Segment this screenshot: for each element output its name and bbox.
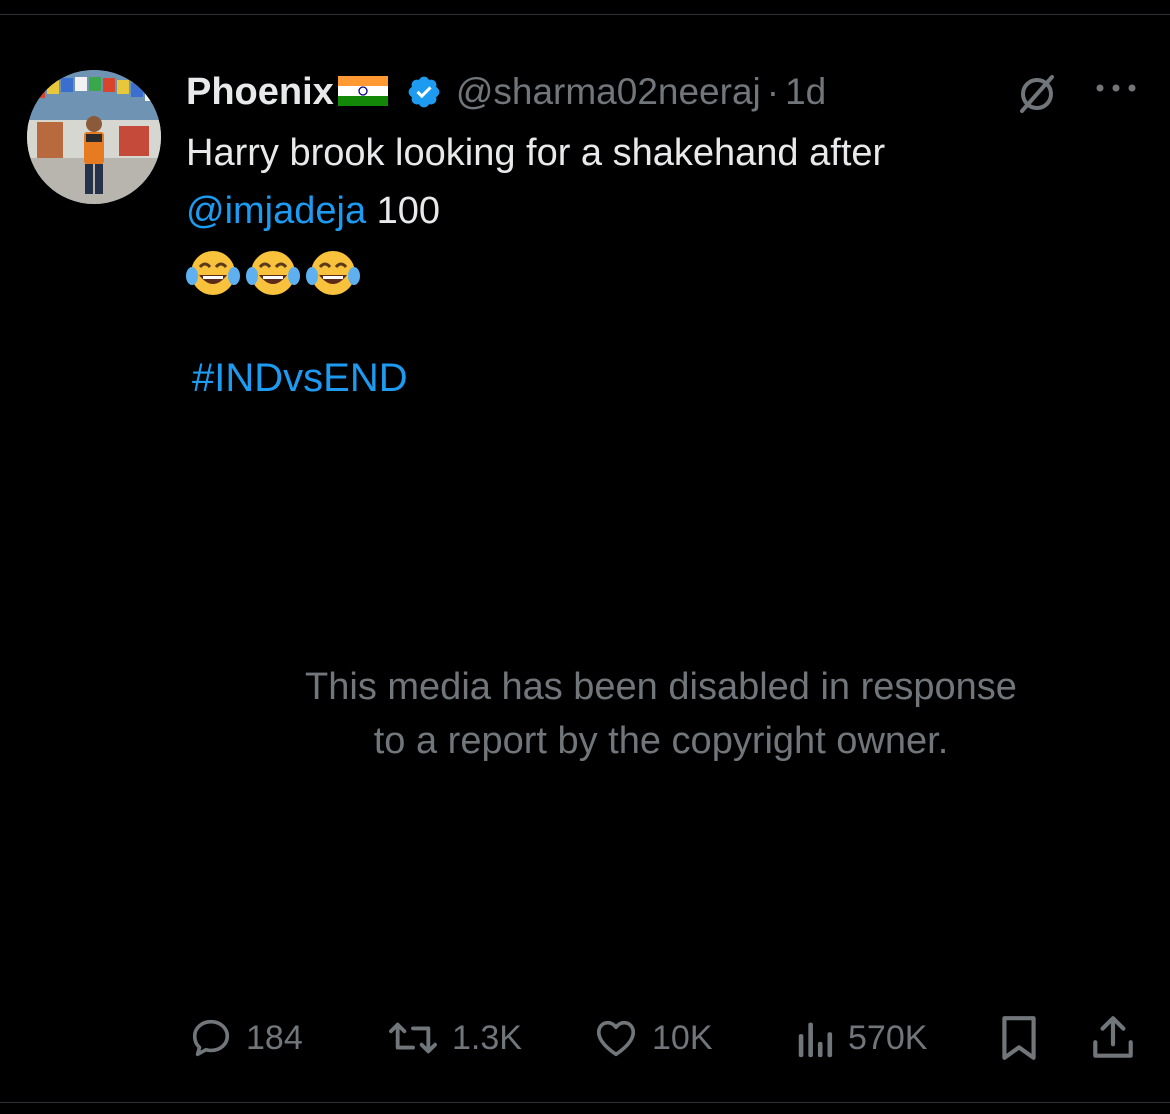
tweet-text-suffix: 100 <box>366 190 441 232</box>
verified-badge-icon[interactable] <box>406 74 442 115</box>
user-handle[interactable]: @sharma02neeraj <box>456 71 761 113</box>
grok-icon[interactable] <box>1014 71 1060 122</box>
tears-of-joy-emoji <box>186 251 240 295</box>
reply-count: 184 <box>246 1018 303 1057</box>
mention-link[interactable]: @imjadeja <box>186 190 366 232</box>
like-count: 10K <box>652 1018 713 1057</box>
media-notice-line-1: This media has been disabled in response <box>305 666 1017 708</box>
repost-count: 1.3K <box>452 1018 522 1057</box>
bookmark-icon <box>1002 1016 1036 1060</box>
avatar[interactable] <box>27 70 161 204</box>
media-notice-line-2: to a report by the copyright owner. <box>373 720 949 762</box>
reply-icon <box>192 1019 230 1057</box>
repost-icon <box>389 1022 437 1054</box>
more-options-icon[interactable] <box>1094 80 1138 101</box>
repost-button[interactable]: 1.3K <box>386 1010 522 1066</box>
display-name[interactable]: Phoenix <box>186 71 334 114</box>
action-bar: 184 1.3K 10K 570K <box>0 1010 1170 1066</box>
like-button[interactable]: 10K <box>592 1010 713 1066</box>
tears-of-joy-emoji <box>246 251 300 295</box>
post-time[interactable]: 1d <box>785 71 826 113</box>
views-chart-icon <box>798 1022 833 1058</box>
heart-icon <box>596 1020 636 1057</box>
reply-button[interactable]: 184 <box>188 1010 303 1066</box>
emoji-row <box>186 244 885 302</box>
views-button[interactable]: 570K <box>796 1010 927 1066</box>
tweet-text-line-2: @imjadeja 100 <box>186 182 885 240</box>
tweet-text-line: Harry brook looking for a shakehand afte… <box>186 132 886 174</box>
views-count: 570K <box>848 1018 928 1057</box>
bottom-divider <box>0 1102 1170 1103</box>
share-button[interactable] <box>1090 1010 1136 1066</box>
tweet-header: Phoenix @sharma02neeraj · 1d <box>186 64 826 120</box>
header-separator: · <box>766 71 780 112</box>
tweet-text: Harry brook looking for a shakehand afte… <box>186 124 885 302</box>
share-icon <box>1093 1016 1133 1058</box>
india-flag-icon <box>337 75 388 111</box>
tears-of-joy-emoji <box>306 251 360 295</box>
hashtag-link[interactable]: #INDvsEND <box>192 356 408 401</box>
media-disabled-notice: This media has been disabled in response… <box>186 660 1136 768</box>
bookmark-button[interactable] <box>998 1010 1040 1066</box>
top-divider <box>0 14 1170 15</box>
